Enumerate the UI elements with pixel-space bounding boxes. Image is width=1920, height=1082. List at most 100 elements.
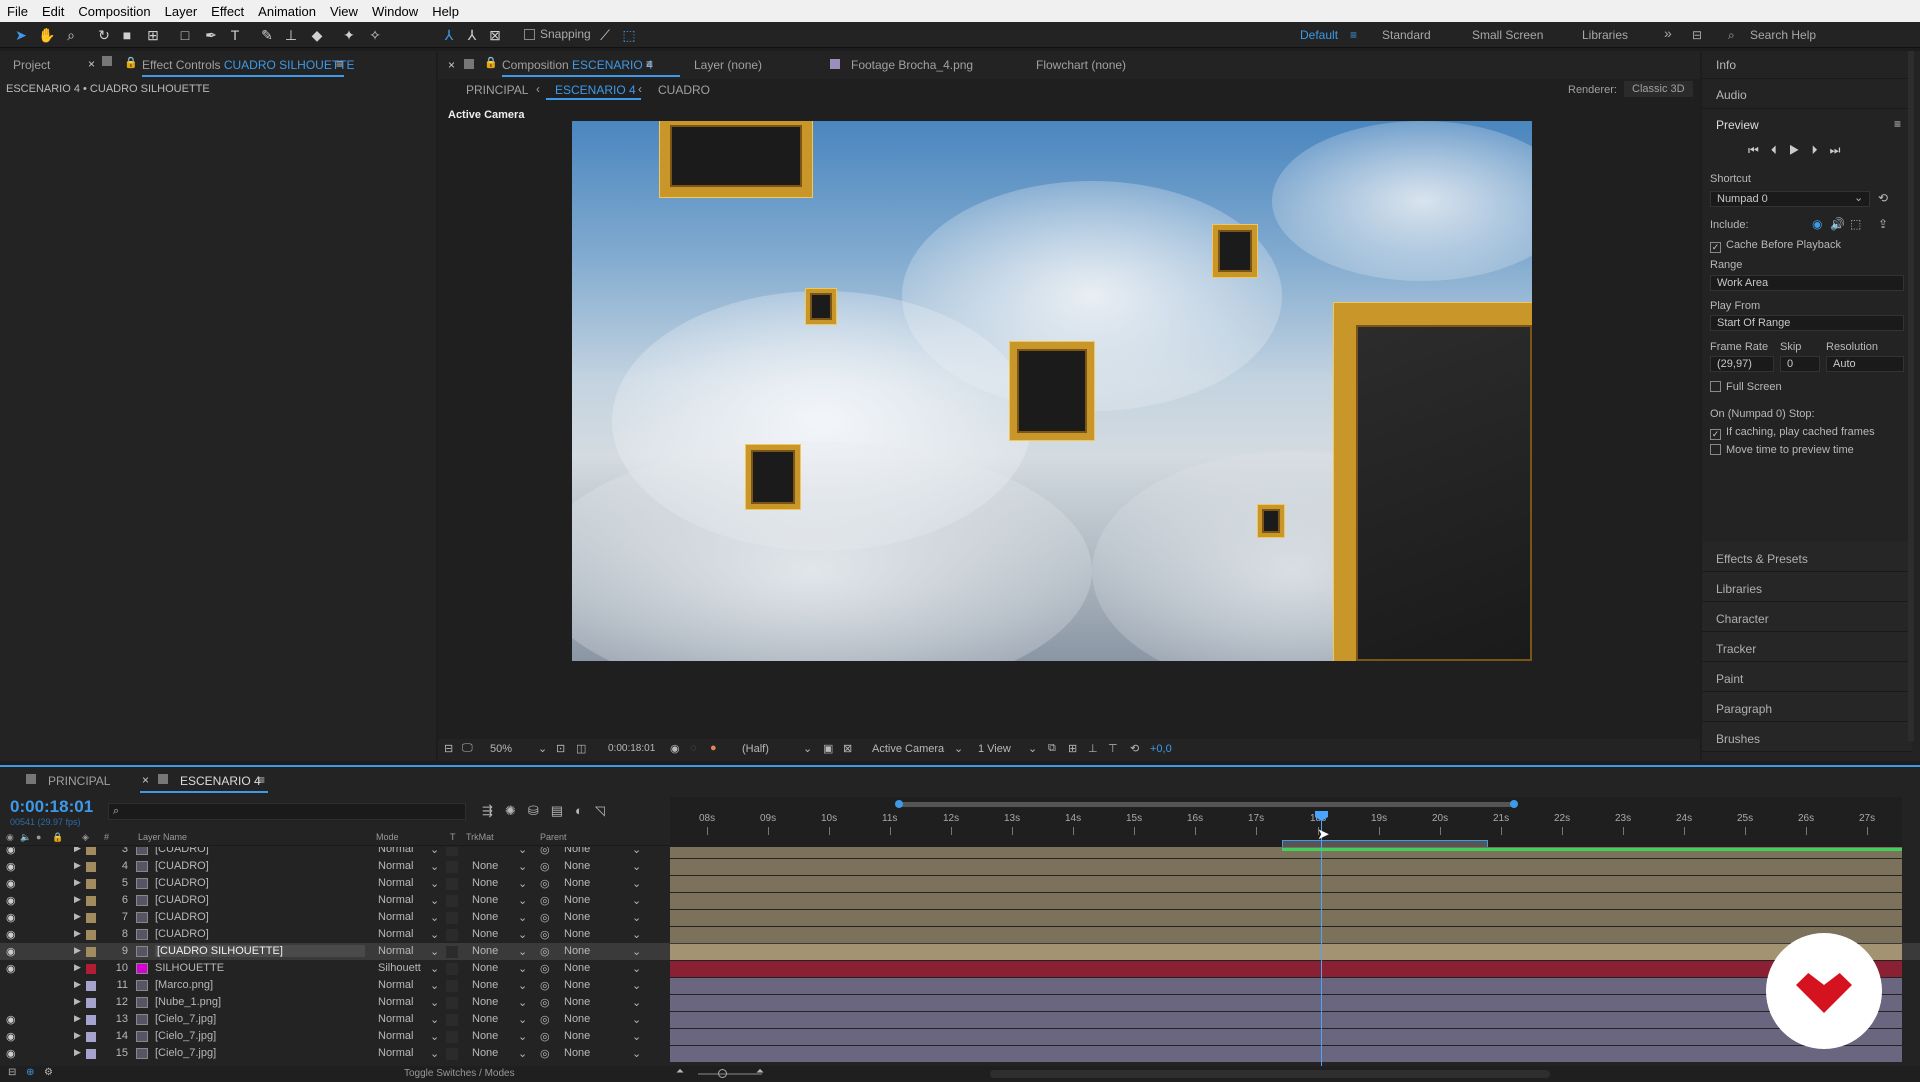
play-from-select[interactable]: Start Of Range <box>1710 315 1904 331</box>
expand-arrow-icon[interactable]: ▶ <box>74 894 81 905</box>
snap-grid-icon[interactable]: ⬚ <box>620 26 638 44</box>
visibility-eye-icon[interactable]: ◉ <box>6 1030 16 1043</box>
preserve-transparency-toggle[interactable] <box>446 861 458 873</box>
visibility-eye-icon[interactable]: ◉ <box>6 945 16 958</box>
layer-name[interactable]: [CUADRO SILHOUETTE] <box>155 945 365 957</box>
layer-row[interactable]: ◉ ▶ 15 [Cielo_7.jpg] Normal ⌄ None ⌄ ◎ None ⌄ <box>0 1045 1920 1062</box>
parent-pickwhip-icon[interactable]: ◎ <box>540 945 550 958</box>
label-color-swatch[interactable] <box>86 1015 96 1025</box>
if-caching-checkbox[interactable]: ✓ If caching, play cached frames <box>1710 426 1875 440</box>
layer-name[interactable]: [CUADRO] <box>155 911 365 923</box>
view-layout-select[interactable]: 1 View <box>978 743 1011 755</box>
comp-lock-icon[interactable]: 🔒 <box>484 56 498 69</box>
layer-row[interactable]: ▶ 12 [Nube_1.png] Normal ⌄ None ⌄ ◎ None ⌄ <box>0 994 1920 1011</box>
comp-mini-flowchart-icon[interactable]: ⇶ <box>482 803 505 818</box>
parent-pickwhip-icon[interactable]: ◎ <box>540 860 550 873</box>
layer-name[interactable]: [Cielo_7.jpg] <box>155 1047 365 1059</box>
layer-row[interactable]: ◉ ▶ 7 [CUADRO] Normal ⌄ None ⌄ ◎ None ⌄ <box>0 909 1920 926</box>
in-out-icon[interactable]: ⚙ <box>44 1067 53 1078</box>
audio-panel-tab[interactable]: Audio <box>1702 81 1912 109</box>
layer-duration-bar[interactable] <box>670 961 1902 977</box>
parent-pickwhip-icon[interactable]: ◎ <box>540 928 550 941</box>
hand-tool-icon[interactable]: ✋ <box>38 26 56 44</box>
paragraph-panel-tab[interactable]: Paragraph <box>1702 692 1912 722</box>
panel-menu-icon[interactable]: ≡ <box>336 57 343 71</box>
blend-mode-select[interactable]: Normal <box>378 979 436 991</box>
blend-mode-select[interactable]: Normal <box>378 1030 436 1042</box>
blend-mode-select[interactable]: Normal <box>378 1013 436 1025</box>
layer-duration-bar[interactable] <box>670 995 1902 1011</box>
effects-presets-panel-tab[interactable]: Effects & Presets <box>1702 542 1912 572</box>
layer-row[interactable]: ◉ ▶ 4 [CUADRO] Normal ⌄ None ⌄ ◎ None ⌄ <box>0 858 1920 875</box>
expand-arrow-icon[interactable]: ▶ <box>74 1013 81 1024</box>
frame-blending-icon[interactable]: ▤ <box>551 803 575 818</box>
preserve-transparency-toggle[interactable] <box>446 878 458 890</box>
preview-menu-icon[interactable]: ≡ <box>1894 117 1901 131</box>
effect-lock-icon[interactable]: 🔒 <box>124 56 138 69</box>
color-channels-icon[interactable]: ● <box>710 742 717 754</box>
preserve-transparency-toggle[interactable] <box>446 1014 458 1026</box>
label-color-swatch[interactable] <box>86 947 96 957</box>
parent-pickwhip-icon[interactable]: ◎ <box>540 911 550 924</box>
preserve-transparency-toggle[interactable] <box>446 980 458 992</box>
layer-name[interactable]: [CUADRO] <box>155 928 365 940</box>
include-audio-icon[interactable]: 🔊 <box>1830 217 1845 231</box>
time-navigator[interactable] <box>898 802 1514 807</box>
puppet-tool-icon[interactable]: ✧ <box>366 26 384 44</box>
preserve-transparency-toggle[interactable] <box>446 847 458 856</box>
layer-name[interactable]: [Cielo_7.jpg] <box>155 1013 365 1025</box>
layer-switches-icon[interactable]: ⊟ <box>8 1067 16 1078</box>
track-matte-select[interactable]: None <box>472 979 512 991</box>
layer-name[interactable]: [Nube_1.png] <box>155 996 365 1008</box>
label-color-swatch[interactable] <box>86 964 96 974</box>
frame-rate-select[interactable]: (29,97) <box>1710 356 1774 372</box>
workspace-libraries[interactable]: Libraries <box>1582 28 1628 42</box>
preserve-transparency-toggle[interactable] <box>446 946 458 958</box>
search-icon[interactable]: ⌕ <box>1728 28 1735 43</box>
layer-name[interactable]: [Marco.png] <box>155 979 365 991</box>
full-screen-checkbox[interactable]: Full Screen <box>1710 381 1782 393</box>
zoom-in-icon[interactable]: ⏶ <box>756 1066 764 1077</box>
include-video-icon[interactable]: ◉ <box>1812 217 1822 231</box>
motion-blur-icon[interactable]: ◐ <box>575 803 595 818</box>
menu-window[interactable]: Window <box>365 4 425 19</box>
snapping-checkbox[interactable]: Snapping <box>524 27 591 41</box>
menu-view[interactable]: View <box>323 4 365 19</box>
blend-mode-select[interactable]: Normal <box>378 860 436 872</box>
prev-frame-icon[interactable]: ⏴ <box>1771 143 1789 157</box>
parent-pickwhip-icon[interactable]: ◎ <box>540 1013 550 1026</box>
roto-brush-tool-icon[interactable]: ✦ <box>340 26 358 44</box>
workspace-menu-icon[interactable]: ≡ <box>1350 28 1357 42</box>
brush-tool-icon[interactable]: ✎ <box>258 26 276 44</box>
parent-pickwhip-icon[interactable]: ◎ <box>540 1047 550 1060</box>
fit-icon[interactable]: ⊡ <box>556 742 565 755</box>
region-of-interest-icon[interactable]: ▣ <box>823 742 833 755</box>
view-axis-icon[interactable]: ⊠ <box>486 26 504 44</box>
track-matte-select[interactable]: None <box>472 1047 512 1059</box>
layer-name[interactable]: [CUADRO] <box>155 860 365 872</box>
panel-layout-icon[interactable]: ⊟ <box>1692 28 1702 42</box>
preserve-transparency-toggle[interactable] <box>446 1031 458 1043</box>
show-snapshot-icon[interactable]: ◌ <box>690 742 697 754</box>
breadcrumb-principal[interactable]: PRINCIPAL <box>466 83 528 97</box>
breadcrumb-escenario[interactable]: ESCENARIO 4 <box>555 83 636 97</box>
renderer-select[interactable]: Classic 3D <box>1624 81 1693 97</box>
blend-mode-select[interactable]: Normal <box>378 847 436 855</box>
parent-select[interactable]: None <box>564 860 624 872</box>
search-help-field[interactable]: Search Help <box>1750 28 1816 42</box>
preserve-transparency-toggle[interactable] <box>446 912 458 924</box>
composition-viewer[interactable] <box>572 121 1532 661</box>
exposure-value[interactable]: +0,0 <box>1150 743 1172 755</box>
expand-arrow-icon[interactable]: ▶ <box>74 945 81 956</box>
shy-layers-icon[interactable]: ⛁ <box>528 803 551 818</box>
graph-editor-icon[interactable]: ◹ <box>595 803 617 818</box>
rectangle-tool-icon[interactable]: □ <box>176 26 194 44</box>
blend-mode-select[interactable]: Normal <box>378 945 436 957</box>
layer-row[interactable]: ◉ ▶ 9 [CUADRO SILHOUETTE] Normal ⌄ None ⌄ ◎ None ⌄ <box>0 943 1920 960</box>
track-matte-select[interactable]: None <box>472 962 512 974</box>
type-tool-icon[interactable]: T <box>226 26 244 44</box>
label-color-swatch[interactable] <box>86 1032 96 1042</box>
blend-mode-select[interactable]: Normal <box>378 911 436 923</box>
expand-arrow-icon[interactable]: ▶ <box>74 979 81 990</box>
parent-select[interactable]: None <box>564 1013 624 1025</box>
